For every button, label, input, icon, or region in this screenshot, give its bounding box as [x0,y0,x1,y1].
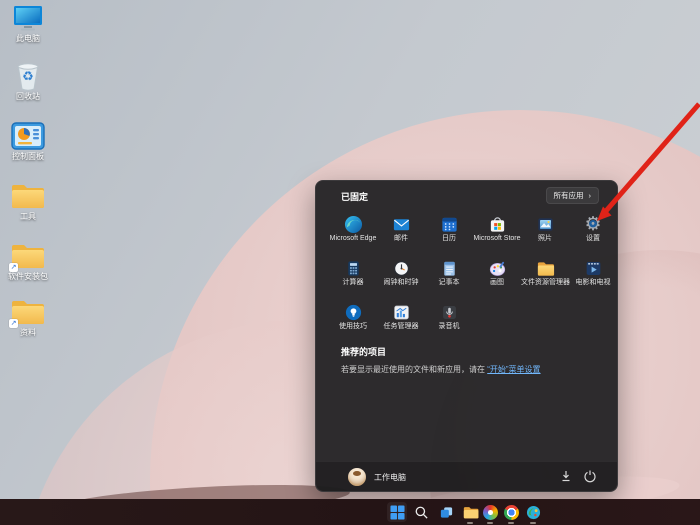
all-apps-label: 所有应用 [553,191,584,200]
desktop-icon-folder-3[interactable]: ↗ 资料 [0,296,56,337]
desktop-icon-label: 此电脑 [16,34,40,43]
running-indicator [508,522,514,524]
calculator-icon [329,257,377,279]
task-manager-icon [377,301,425,323]
settings-gear-icon: ⚙ [584,213,602,235]
running-indicator [530,522,536,524]
app-tile-notepad[interactable]: 记事本 [425,257,473,295]
desktop-icon-this-pc[interactable]: 此电脑 [0,2,56,43]
app-tile-edge[interactable]: Microsoft Edge [329,213,377,251]
desktop-icon-label: 回收站 [16,92,40,101]
recommended-section-header: 推荐的项目 [341,347,387,357]
shortcut-arrow-icon: ↗ [9,263,18,272]
start-menu-footer: 工作电脑 [316,461,617,491]
desktop-icon-recycle-bin[interactable]: ♻ 回收站 [0,60,56,101]
start-menu: 已固定 所有应用 › Microsoft Edge 邮件 日历 Microsof… [315,180,618,492]
paint-palette-icon [473,257,521,279]
movies-tv-icon [569,257,617,279]
search-icon[interactable] [411,502,431,522]
app-label: 电影和电视 [575,279,611,286]
clock-icon [377,257,425,279]
app-tile-calculator[interactable]: 计算器 [329,257,377,295]
app-tile-alarms-clock[interactable]: 闹钟和时钟 [377,257,425,295]
app-label: 记事本 [438,279,460,286]
app-label: 设置 [586,235,600,242]
microsoft-store-icon [473,213,521,235]
app-tile-file-explorer[interactable]: 文件资源管理器 [521,257,570,295]
app-tile-calendar[interactable]: 日历 [425,213,473,251]
running-indicator [467,522,473,524]
taskbar [0,499,700,525]
shortcut-arrow-icon: ↗ [9,319,18,328]
chrome-icon[interactable] [501,502,521,522]
app-label: 闹钟和时钟 [383,279,419,286]
recycle-bin-icon: ♻ [0,60,56,92]
photos-icon [521,213,569,235]
app-label: 邮件 [394,235,408,242]
app-tile-task-manager[interactable]: 任务管理器 [377,301,425,339]
app-label: 文件资源管理器 [521,279,570,286]
download-update-icon[interactable] [559,469,575,485]
app-label: Microsoft Store [473,235,521,242]
desktop-icon-folder-2[interactable]: ↗ 软件安装包 [0,240,56,281]
recycle-symbol: ♻ [22,69,34,85]
user-avatar[interactable] [348,468,366,486]
app-tile-voice-recorder[interactable]: 录音机 [425,301,473,339]
desktop-icon-label: 资料 [20,328,36,337]
app-label: 照片 [538,235,552,242]
app-label: 计算器 [342,279,364,286]
all-apps-button[interactable]: 所有应用 › [545,187,599,204]
folder-icon: ↗ [0,240,56,272]
palette-app-icon[interactable] [523,502,543,522]
running-indicator [487,522,493,524]
app-label: 画图 [490,279,504,286]
folder-icon [0,180,56,212]
app-tile-movies-tv[interactable]: 电影和电视 [569,257,617,295]
desktop-icon-label: 软件安装包 [8,272,48,281]
calendar-icon [425,213,473,235]
app-tile-paint[interactable]: 画图 [473,257,521,295]
rainbow-browser-icon[interactable] [480,502,500,522]
mail-icon [377,213,425,235]
app-label: 录音机 [438,323,460,330]
start-menu-settings-link[interactable]: “开始”菜单设置 [487,365,540,374]
app-tile-photos[interactable]: 照片 [521,213,569,251]
app-label: 日历 [442,235,456,242]
desktop-icon-label: 工具 [20,212,36,221]
desktop-icon-folder-1[interactable]: 工具 [0,180,56,221]
app-label: 任务管理器 [383,323,419,330]
folder-icon: ↗ [0,296,56,328]
start-button[interactable] [387,502,407,522]
pinned-app-grid: Microsoft Edge 邮件 日历 Microsoft Store 照片 … [329,213,617,339]
recommended-text: 若要显示最近使用的文件和新应用，请在 “开始”菜单设置 [341,365,541,374]
pinned-section-header: 已固定 [341,192,369,202]
app-tile-mail[interactable]: 邮件 [377,213,425,251]
edge-icon [329,213,377,235]
desktop-icon-control-panel[interactable]: 控制面板 [0,120,56,161]
tips-lightbulb-icon [329,301,377,323]
power-icon[interactable] [583,469,599,485]
user-name[interactable]: 工作电脑 [374,472,406,483]
app-tile-tips[interactable]: 使用技巧 [329,301,377,339]
desktop-icon-label: 控制面板 [12,152,44,161]
app-tile-store[interactable]: Microsoft Store [473,213,521,251]
notepad-icon [425,257,473,279]
app-label: 使用技巧 [339,323,367,330]
file-explorer-taskbar-icon[interactable] [460,502,480,522]
this-pc-icon [0,2,56,34]
voice-recorder-icon [425,301,473,323]
app-label: Microsoft Edge [329,235,377,242]
task-view-icon[interactable] [436,502,456,522]
control-panel-icon [0,120,56,152]
chevron-right-icon: › [588,191,592,200]
file-explorer-icon [521,257,569,279]
app-tile-settings[interactable]: ⚙ 设置 [569,213,617,251]
